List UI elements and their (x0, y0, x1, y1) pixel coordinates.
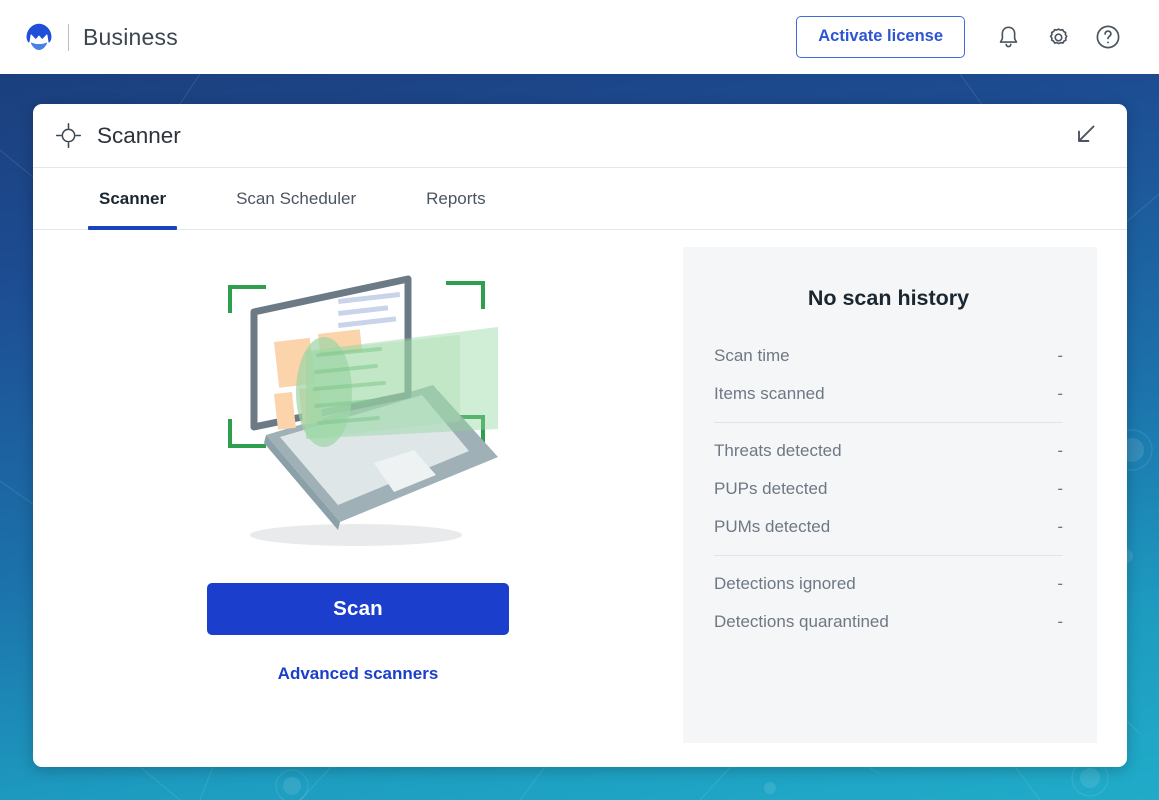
collapse-button[interactable] (1069, 119, 1103, 153)
stat-divider (714, 555, 1063, 556)
stat-row-items-scanned: Items scanned - (714, 375, 1063, 413)
tab-scan-scheduler[interactable]: Scan Scheduler (232, 168, 360, 229)
stat-value: - (1057, 574, 1063, 594)
stat-value: - (1057, 384, 1063, 404)
product-name: Business (83, 24, 178, 51)
advanced-scanners-link[interactable]: Advanced scanners (278, 664, 439, 684)
activate-license-button[interactable]: Activate license (796, 16, 965, 58)
stat-row-threats-detected: Threats detected - (714, 432, 1063, 470)
header-actions: Activate license (796, 12, 1133, 62)
arrow-down-left-icon (1075, 123, 1097, 148)
stat-divider (714, 422, 1063, 423)
laptop-scan-illustration (198, 230, 518, 569)
notifications-button[interactable] (983, 12, 1033, 62)
scanner-card: Scanner Scanner Scan Scheduler Reports (33, 104, 1127, 767)
scan-history-title: No scan history (714, 286, 1063, 311)
card-body: Scan Advanced scanners No scan history S… (33, 230, 1127, 766)
stat-value: - (1057, 479, 1063, 499)
stat-row-scan-time: Scan time - (714, 337, 1063, 375)
help-button[interactable] (1083, 12, 1133, 62)
stat-label: Threats detected (714, 441, 842, 461)
crosshair-target-icon (55, 122, 82, 149)
scan-pane: Scan Advanced scanners (33, 230, 683, 766)
stat-label: PUMs detected (714, 517, 830, 537)
stat-label: PUPs detected (714, 479, 827, 499)
malwarebytes-logo-icon (22, 20, 56, 54)
scan-history-panel: No scan history Scan time - Items scanne… (683, 247, 1097, 743)
stat-label: Scan time (714, 346, 790, 366)
stat-label: Detections quarantined (714, 612, 889, 632)
stat-value: - (1057, 612, 1063, 632)
stat-value: - (1057, 517, 1063, 537)
stat-row-detections-quarantined: Detections quarantined - (714, 603, 1063, 641)
stat-value: - (1057, 346, 1063, 366)
question-circle-icon (1095, 24, 1121, 50)
bell-icon (997, 25, 1020, 50)
card-header: Scanner (33, 104, 1127, 168)
stat-label: Detections ignored (714, 574, 856, 594)
scan-button[interactable]: Scan (207, 583, 509, 635)
settings-button[interactable] (1033, 12, 1083, 62)
stat-row-detections-ignored: Detections ignored - (714, 565, 1063, 603)
tab-scanner[interactable]: Scanner (95, 168, 170, 229)
stat-value: - (1057, 441, 1063, 461)
stat-row-pums-detected: PUMs detected - (714, 508, 1063, 546)
brand-divider (68, 24, 69, 51)
page-title: Scanner (97, 123, 181, 149)
gear-icon (1046, 25, 1071, 50)
brand: Business (22, 20, 178, 54)
stat-label: Items scanned (714, 384, 825, 404)
tab-reports[interactable]: Reports (422, 168, 490, 229)
stat-row-pups-detected: PUPs detected - (714, 470, 1063, 508)
app-header: Business Activate license (0, 0, 1159, 74)
tab-bar: Scanner Scan Scheduler Reports (33, 168, 1127, 230)
